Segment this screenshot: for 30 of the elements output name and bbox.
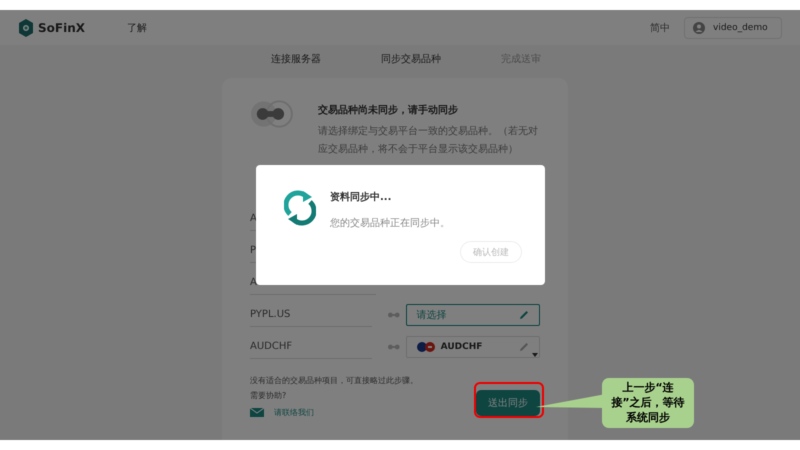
- callout-note: 上一步“连接”之后，等待系统同步: [602, 378, 694, 428]
- step-label: 连接服务器: [271, 52, 321, 67]
- language-link[interactable]: 简中: [650, 20, 670, 34]
- highlight-frame: [474, 382, 544, 418]
- submit-button[interactable]: 送出同步: [476, 390, 540, 416]
- link-icon: [250, 100, 293, 128]
- card-title: 交易品种尚未同步，请手动同步: [318, 103, 459, 117]
- mail-icon: [250, 408, 264, 417]
- skip-note: 没有适合的交易品种项目，可直接略过此步骤。: [250, 375, 418, 386]
- flag-icon: [416, 342, 435, 352]
- symbol-select[interactable]: 请选择: [406, 304, 540, 326]
- symbol-select[interactable]: AUDCHF: [406, 336, 540, 358]
- link-icon: [388, 312, 400, 318]
- avatar-icon: [693, 22, 705, 34]
- help-text: 需要协助?: [250, 390, 288, 401]
- link-icon: [388, 344, 400, 350]
- symbol-text: AUDCHF: [250, 336, 372, 358]
- card-description: 请选择绑定与交易平台一致的交易品种。（若无对应交易品种，将不会于平台显示该交易品种）: [318, 124, 539, 157]
- logo-icon: [18, 18, 34, 36]
- scroll-arrow-icon: [532, 353, 538, 357]
- nav-link[interactable]: 了解: [127, 20, 147, 34]
- brand-name[interactable]: SoFinX: [38, 20, 85, 34]
- symbol-text: PYPL.US: [250, 304, 372, 326]
- pencil-icon: [519, 342, 529, 352]
- dialog-title: 资料同步中...: [330, 190, 392, 204]
- pencil-icon: [519, 310, 529, 320]
- user-menu[interactable]: video_demo: [684, 16, 782, 38]
- refresh-icon: [284, 190, 316, 226]
- step-label: 同步交易品种: [381, 52, 441, 67]
- contact-link[interactable]: 请联络我们: [274, 407, 314, 418]
